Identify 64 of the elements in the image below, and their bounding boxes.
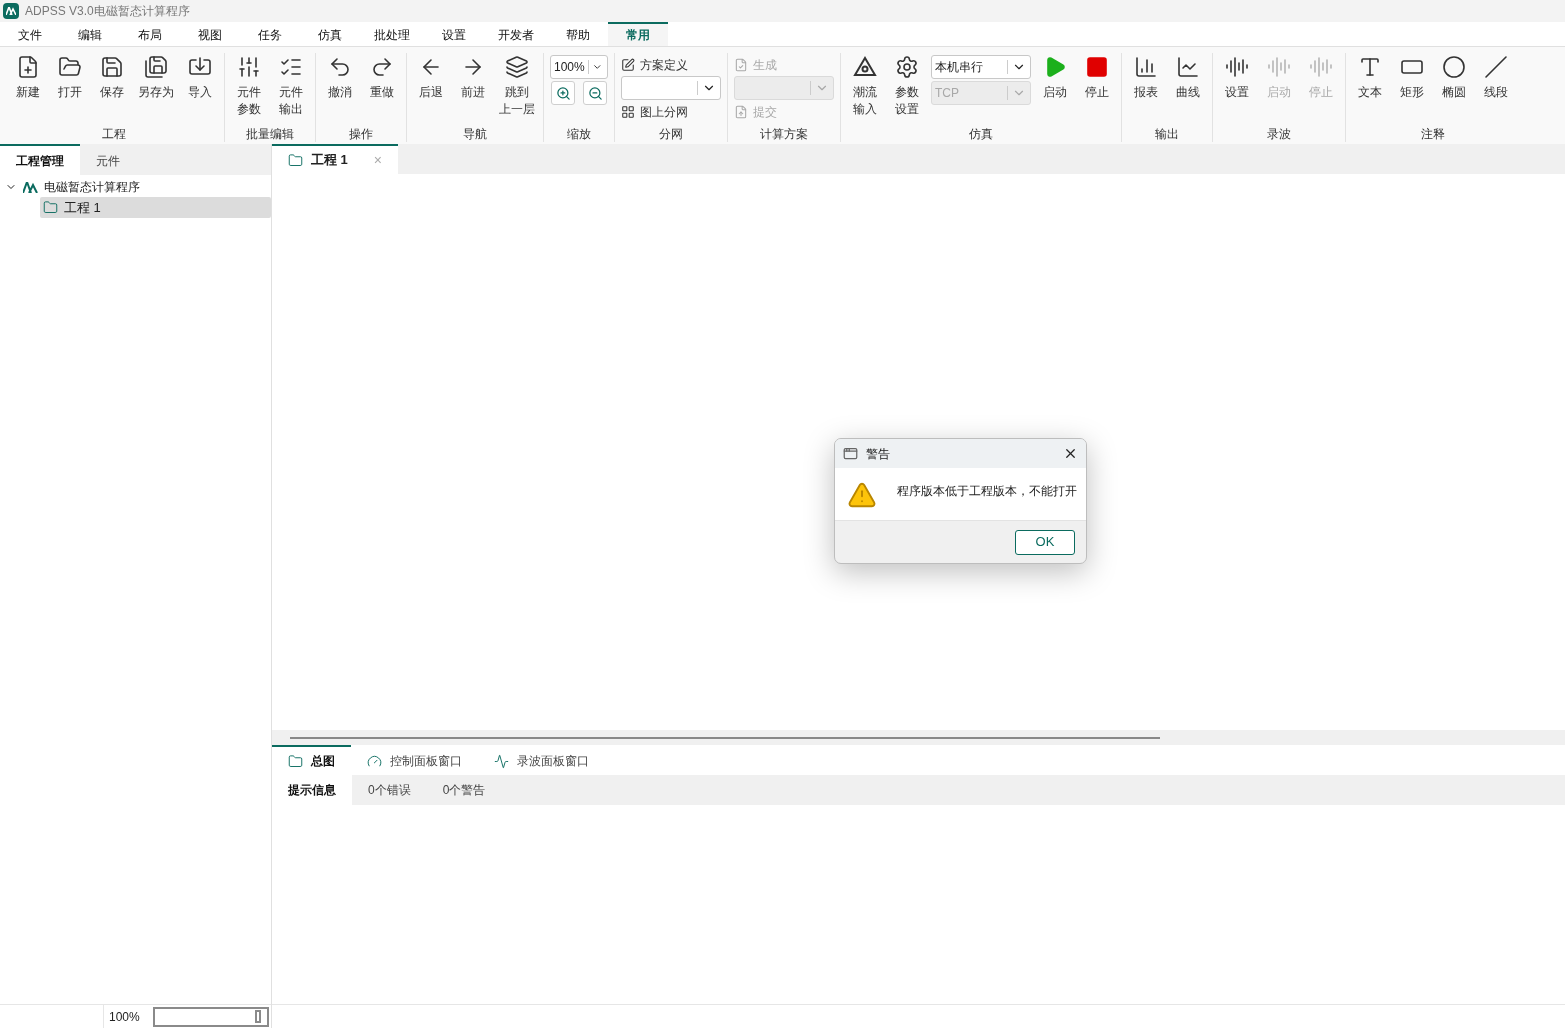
ribbon-button[interactable]: 另存为 bbox=[134, 53, 178, 123]
group-title: 工程 bbox=[101, 126, 127, 142]
tree-item[interactable]: 电磁暂态计算程序 bbox=[0, 177, 271, 197]
panel-tab[interactable]: 工程管理 bbox=[0, 144, 80, 175]
menu-tab[interactable]: 批处理 bbox=[360, 22, 424, 46]
panel-tab[interactable]: 控制面板窗口 bbox=[351, 745, 478, 775]
ok-button[interactable]: OK bbox=[1015, 529, 1075, 555]
group-title: 导航 bbox=[462, 126, 488, 142]
ribbon-button[interactable]: 潮流 输入 bbox=[845, 53, 885, 123]
ribbon-button[interactable]: 设置 bbox=[1217, 53, 1257, 123]
ribbon-button[interactable]: 停止 bbox=[1077, 53, 1117, 123]
ribbon-button[interactable]: 报表 bbox=[1126, 53, 1166, 123]
message-tab[interactable]: 0个警告 bbox=[426, 775, 502, 805]
menu-tab[interactable]: 布局 bbox=[120, 22, 180, 46]
ribbon-button[interactable]: 打开 bbox=[50, 53, 90, 123]
menu-tab[interactable]: 开发者 bbox=[484, 22, 548, 46]
group-title: 批量编辑 bbox=[245, 126, 295, 142]
group-title: 操作 bbox=[348, 126, 374, 142]
tree-item[interactable]: 工程 1 bbox=[40, 197, 271, 218]
ribbon-button[interactable]: 新建 bbox=[8, 53, 48, 123]
ribbon-button[interactable]: 前进 bbox=[453, 53, 493, 123]
menu-tab[interactable]: 任务 bbox=[240, 22, 300, 46]
ribbon-button[interactable]: 跳到 上一层 bbox=[495, 53, 539, 123]
ribbon-button[interactable]: 矩形 bbox=[1392, 53, 1432, 123]
ribbon-button[interactable]: 椭圆 bbox=[1434, 53, 1474, 123]
group-title: 仿真 bbox=[968, 126, 994, 142]
dialog-message: 程序版本低于工程版本，不能打开 bbox=[897, 483, 1077, 500]
ribbon-button[interactable]: 曲线 bbox=[1168, 53, 1208, 123]
dropdown-field[interactable]: 本机串行 bbox=[931, 55, 1031, 79]
ribbon-button[interactable]: 线段 bbox=[1476, 53, 1516, 123]
zoom-level: 100% bbox=[103, 1005, 153, 1028]
menu-tab[interactable]: 仿真 bbox=[300, 22, 360, 46]
menu-tab[interactable]: 帮助 bbox=[548, 22, 608, 46]
ribbon-button[interactable]: 重做 bbox=[362, 53, 402, 123]
menu-tab[interactable]: 视图 bbox=[180, 22, 240, 46]
message-tab[interactable]: 提示信息 bbox=[272, 775, 352, 805]
menu-tab[interactable]: 设置 bbox=[424, 22, 484, 46]
panel-tab[interactable]: 元件 bbox=[80, 144, 136, 175]
dialog-title: 警告 bbox=[866, 445, 891, 463]
menu-tab[interactable]: 文件 bbox=[0, 22, 60, 46]
ribbon-button[interactable]: 导入 bbox=[180, 53, 220, 123]
group-title: 录波 bbox=[1266, 126, 1292, 142]
group-title: 注释 bbox=[1420, 126, 1446, 142]
ribbon-button[interactable]: 图上分网 bbox=[621, 102, 721, 121]
document-tab[interactable]: 工程 1 × bbox=[272, 144, 399, 174]
group-title: 缩放 bbox=[566, 126, 592, 142]
menu-tab[interactable]: 编辑 bbox=[60, 22, 120, 46]
ribbon-button[interactable]: 参数 设置 bbox=[887, 53, 927, 123]
ribbon-button[interactable]: 后退 bbox=[411, 53, 451, 123]
window-title: ADPSS V3.0电磁暂态计算程序 bbox=[25, 3, 190, 20]
panel-tab[interactable]: 录波面板窗口 bbox=[478, 745, 605, 775]
ribbon-button[interactable]: 启动 bbox=[1035, 53, 1075, 123]
ribbon-button[interactable]: 保存 bbox=[92, 53, 132, 123]
group-title: 计算方案 bbox=[759, 126, 809, 142]
ribbon-button[interactable]: 撤消 bbox=[320, 53, 360, 123]
ribbon-button[interactable]: 文本 bbox=[1350, 53, 1390, 123]
dropdown-field[interactable]: 100% bbox=[550, 55, 608, 79]
group-title: 分网 bbox=[658, 126, 684, 142]
ribbon-button[interactable]: 方案定义 bbox=[621, 55, 721, 74]
message-tab[interactable]: 0个错误 bbox=[352, 775, 427, 805]
group-title: 输出 bbox=[1154, 126, 1180, 142]
ribbon-button[interactable]: 元件 参数 bbox=[229, 53, 269, 123]
ribbon-button[interactable]: 元件 输出 bbox=[271, 53, 311, 123]
menu-tab[interactable]: 常用 bbox=[608, 22, 668, 46]
